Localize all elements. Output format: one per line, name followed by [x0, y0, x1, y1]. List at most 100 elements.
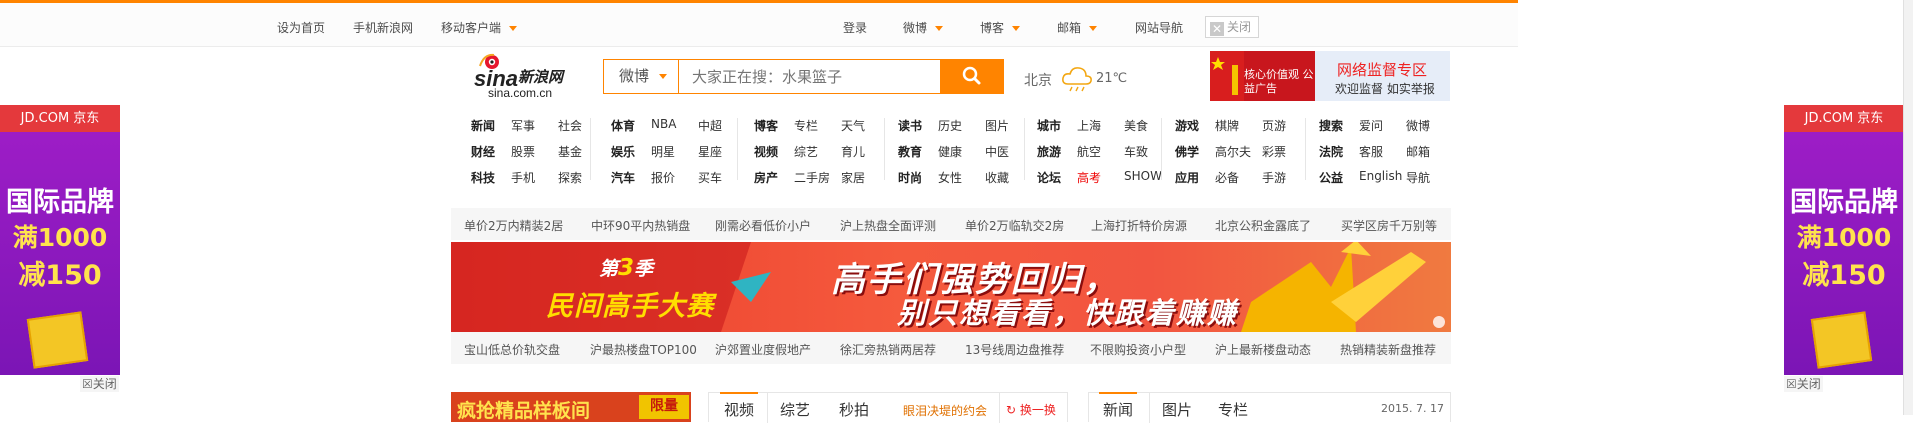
login-link[interactable]: 登录	[843, 19, 867, 36]
nav-link[interactable]: 明星	[651, 143, 675, 160]
tab-news[interactable]: 新闻	[1098, 392, 1138, 420]
nav-link[interactable]: 历史	[938, 117, 962, 134]
search-input[interactable]	[678, 59, 941, 94]
nav-link[interactable]: 中医	[985, 143, 1009, 160]
nav-link[interactable]: 体育	[611, 117, 635, 134]
nav-link[interactable]: English	[1359, 169, 1402, 183]
nav-link[interactable]: 视频	[754, 143, 778, 160]
nav-link[interactable]: 星座	[698, 143, 722, 160]
mobile-sina-link[interactable]: 手机新浪网	[353, 19, 413, 36]
nav-link[interactable]: 房产	[754, 169, 778, 186]
mobile-client-menu[interactable]: 移动客户端	[441, 19, 518, 36]
nav-link[interactable]: 天气	[841, 117, 865, 134]
video-promo-link[interactable]: 眼泪决堤的约会	[903, 402, 987, 419]
nav-link[interactable]: 育儿	[841, 143, 865, 160]
nav-link[interactable]: 导航	[1406, 169, 1430, 186]
nav-link[interactable]: 手游	[1262, 169, 1286, 186]
nav-link[interactable]: 社会	[558, 117, 582, 134]
nav-link[interactable]: 邮箱	[1406, 143, 1430, 160]
nav-link[interactable]: 法院	[1319, 143, 1343, 160]
nav-link[interactable]: 基金	[558, 143, 582, 160]
nav-link[interactable]: 佛学	[1175, 143, 1199, 160]
nav-link[interactable]: 综艺	[794, 143, 818, 160]
nav-link[interactable]: 公益	[1319, 169, 1343, 186]
nav-link[interactable]: 上海	[1077, 117, 1101, 134]
nav-link[interactable]: 高尔夫	[1215, 143, 1251, 160]
strip-link[interactable]: 宝山低总价轨交盘	[464, 341, 560, 358]
nav-link[interactable]: 专栏	[794, 117, 818, 134]
page-scrollbar[interactable]	[1903, 0, 1913, 415]
nav-link[interactable]: 军事	[511, 117, 535, 134]
set-home-link[interactable]: 设为首页	[277, 19, 325, 36]
nav-link[interactable]: 娱乐	[611, 143, 635, 160]
tab-variety[interactable]: 综艺	[780, 399, 810, 420]
weibo-menu[interactable]: 微博	[903, 19, 944, 36]
strip-link[interactable]: 13号线周边盘推荐	[965, 341, 1064, 358]
jd-side-ad-right[interactable]: JD.COM 京东 国际品牌 满1000 减150	[1784, 105, 1904, 375]
nav-link[interactable]: 科技	[471, 169, 495, 186]
strip-link[interactable]: 沪最热楼盘TOP100	[590, 341, 697, 358]
nav-link[interactable]: 彩票	[1262, 143, 1286, 160]
weather-widget[interactable]: 北京 21℃	[1024, 67, 1127, 92]
nav-link[interactable]: 游戏	[1175, 117, 1199, 134]
left-ad-close-button[interactable]: ☒关闭	[80, 376, 119, 392]
nav-link[interactable]: 爱问	[1359, 117, 1383, 134]
nav-link[interactable]: SHOW	[1124, 169, 1162, 183]
nav-link[interactable]: 财经	[471, 143, 495, 160]
nav-link[interactable]: NBA	[651, 117, 676, 131]
showroom-ad[interactable]: 疯抢精品样板间 限量	[451, 392, 691, 422]
nav-link[interactable]: 高考	[1077, 169, 1101, 186]
nav-link[interactable]: 中超	[698, 117, 722, 134]
nav-link[interactable]: 家居	[841, 169, 865, 186]
nav-link[interactable]: 手机	[511, 169, 535, 186]
strip-link[interactable]: 单价2万内精装2居	[464, 217, 563, 234]
strip-link[interactable]: 上海打折特价房源	[1091, 217, 1187, 234]
tab-columns[interactable]: 专栏	[1218, 399, 1248, 420]
mail-menu[interactable]: 邮箱	[1057, 19, 1098, 36]
sina-logo[interactable]: sina 新浪网 sina.com.cn	[470, 52, 582, 100]
nav-link[interactable]: 城市	[1037, 117, 1061, 134]
strip-link[interactable]: 热销精装新盘推荐	[1340, 341, 1436, 358]
site-nav-link[interactable]: 网站导航	[1135, 19, 1183, 36]
nav-link[interactable]: 读书	[898, 117, 922, 134]
tab-video[interactable]: 视频	[719, 392, 759, 420]
nav-link[interactable]: 教育	[898, 143, 922, 160]
nav-link[interactable]: 旅游	[1037, 143, 1061, 160]
contest-banner[interactable]: 第3季 民间高手大赛 高手们强势回归， 别只想看看，快跟着赚赚	[451, 242, 1451, 332]
strip-link[interactable]: 沪郊置业度假地产	[715, 341, 811, 358]
core-value-ad[interactable]: 核心价值观 公益广告	[1210, 51, 1315, 101]
strip-link[interactable]: 沪上热盘全面评测	[840, 217, 936, 234]
nav-link[interactable]: 时尚	[898, 169, 922, 186]
search-type-select[interactable]: 微博	[603, 59, 678, 94]
topbar-close-button[interactable]: ✕ 关闭	[1205, 16, 1259, 38]
strip-link[interactable]: 不限购投资小户型	[1090, 341, 1186, 358]
nav-link[interactable]: 棋牌	[1215, 117, 1239, 134]
nav-link[interactable]: 车致	[1124, 143, 1148, 160]
strip-link[interactable]: 买学区房千万别等	[1341, 217, 1437, 234]
nav-link[interactable]: 应用	[1175, 169, 1199, 186]
nav-link[interactable]: 美食	[1124, 117, 1148, 134]
nav-link[interactable]: 页游	[1262, 117, 1286, 134]
nav-link[interactable]: 图片	[985, 117, 1009, 134]
nav-link[interactable]: 收藏	[985, 169, 1009, 186]
search-button[interactable]	[941, 59, 1004, 94]
tab-miaopai[interactable]: 秒拍	[839, 399, 869, 420]
right-ad-close-button[interactable]: ☒关闭	[1784, 376, 1823, 392]
nav-link[interactable]: 博客	[754, 117, 778, 134]
strip-link[interactable]: 沪上最新楼盘动态	[1215, 341, 1311, 358]
nav-link[interactable]: 微博	[1406, 117, 1430, 134]
nav-link[interactable]: 搜索	[1319, 117, 1343, 134]
nav-link[interactable]: 女性	[938, 169, 962, 186]
strip-link[interactable]: 刚需必看低价小户	[715, 217, 811, 234]
nav-link[interactable]: 新闻	[471, 117, 495, 134]
nav-link[interactable]: 汽车	[611, 169, 635, 186]
nav-link[interactable]: 二手房	[794, 169, 830, 186]
nav-link[interactable]: 报价	[651, 169, 675, 186]
strip-link[interactable]: 北京公积金露底了	[1215, 217, 1311, 234]
nav-link[interactable]: 股票	[511, 143, 535, 160]
nav-link[interactable]: 航空	[1077, 143, 1101, 160]
strip-link[interactable]: 徐汇旁热销两居荐	[840, 341, 936, 358]
blog-menu[interactable]: 博客	[980, 19, 1021, 36]
net-supervise-ad[interactable]: 网络监督专区 欢迎监督 如实举报	[1315, 51, 1450, 101]
refresh-button[interactable]: ↻ 换一换	[1006, 401, 1056, 418]
